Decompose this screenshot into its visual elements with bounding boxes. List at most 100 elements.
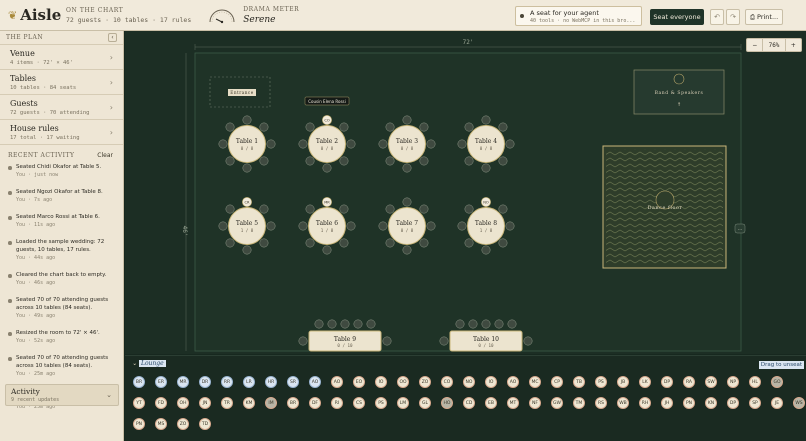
seat[interactable]	[507, 319, 517, 329]
guest-chip[interactable]: ZO	[419, 376, 431, 388]
guest-chip[interactable]: TD	[199, 418, 211, 430]
seat[interactable]	[298, 336, 308, 346]
seat[interactable]	[402, 245, 412, 255]
seat[interactable]	[457, 139, 467, 149]
guest-chip[interactable]: SW	[705, 376, 717, 388]
guest-chip[interactable]: JB	[617, 376, 629, 388]
guest-chip[interactable]: RS	[595, 397, 607, 409]
guest-chip[interactable]: DF	[309, 397, 321, 409]
agent-status-box[interactable]: A seat for your agent 40 tools · no WebM…	[515, 6, 642, 26]
guest-chip[interactable]: DR	[199, 376, 211, 388]
guest-chip[interactable]: IM	[265, 397, 277, 409]
guest-chip[interactable]: GW	[551, 397, 563, 409]
seat[interactable]	[327, 319, 337, 329]
guest-chip[interactable]: RH	[639, 397, 651, 409]
plan-section-tables[interactable]: Tables 10 tables · 84 seats ›	[0, 70, 123, 95]
seat[interactable]	[498, 204, 508, 214]
guest-chip[interactable]: OH	[177, 397, 189, 409]
seat[interactable]	[314, 319, 324, 329]
guest-chip[interactable]: SR	[287, 376, 299, 388]
seat[interactable]	[225, 238, 235, 248]
seat[interactable]	[346, 221, 356, 231]
seat[interactable]	[259, 204, 269, 214]
seat[interactable]	[305, 204, 315, 214]
seat[interactable]	[305, 238, 315, 248]
lounge-header[interactable]: ⌄ Lounge	[132, 360, 166, 367]
guest-chip[interactable]: TM	[573, 397, 585, 409]
floor-plan[interactable]: 72' 46' Entrance Band & Speakers ↑ Dance…	[125, 31, 806, 354]
guest-chip[interactable]: WS	[793, 397, 805, 409]
seat[interactable]	[464, 238, 474, 248]
seat[interactable]	[298, 139, 308, 149]
seat[interactable]	[218, 139, 228, 149]
guest-chip[interactable]: ER	[155, 376, 167, 388]
seat[interactable]	[385, 122, 395, 132]
seat[interactable]	[439, 336, 449, 346]
seat[interactable]	[426, 139, 436, 149]
table-6[interactable]: Table 61 / 8 MR	[298, 197, 356, 255]
guest-chip[interactable]: JN	[199, 397, 211, 409]
seat[interactable]	[242, 245, 252, 255]
guest-chip[interactable]: AO	[309, 376, 321, 388]
seat[interactable]	[464, 122, 474, 132]
seat[interactable]	[464, 204, 474, 214]
seat[interactable]	[481, 163, 491, 173]
seat[interactable]	[322, 245, 332, 255]
seat[interactable]	[266, 221, 276, 231]
guest-chip[interactable]: LM	[397, 397, 409, 409]
guest-chip[interactable]: PN	[683, 397, 695, 409]
activity-panel[interactable]: Activity 9 recent updates ⌄	[5, 384, 119, 406]
seat[interactable]	[259, 122, 269, 132]
guest-chip[interactable]: PS	[595, 376, 607, 388]
seat[interactable]	[378, 221, 388, 231]
guest-chip[interactable]: SP	[749, 397, 761, 409]
seat[interactable]	[385, 238, 395, 248]
seat[interactable]	[225, 156, 235, 166]
plan-section-guests[interactable]: Guests 72 guests · 70 attending ›	[0, 95, 123, 120]
seat[interactable]	[494, 319, 504, 329]
seat[interactable]	[259, 238, 269, 248]
guest-chip[interactable]: DP	[661, 376, 673, 388]
guest-chip[interactable]: HO	[441, 397, 453, 409]
guest-chip[interactable]: MT	[507, 397, 519, 409]
seat[interactable]	[468, 319, 478, 329]
seat[interactable]	[505, 139, 515, 149]
guest-chip[interactable]: KN	[705, 397, 717, 409]
zoom-in-button[interactable]: +	[786, 39, 801, 51]
guest-chip[interactable]: MC	[529, 376, 541, 388]
guest-chip[interactable]: MS	[155, 418, 167, 430]
seat[interactable]	[455, 319, 465, 329]
seat[interactable]	[305, 156, 315, 166]
table-5[interactable]: Table 51 / 8 CR	[218, 197, 276, 255]
seat[interactable]	[505, 221, 515, 231]
guest-chip[interactable]: RI	[331, 397, 343, 409]
guest-chip[interactable]: HR	[265, 376, 277, 388]
guest-chip[interactable]: NP	[727, 376, 739, 388]
collapse-sidebar-button[interactable]: ‹	[108, 33, 117, 42]
guest-chip[interactable]: YT	[133, 397, 145, 409]
guest-chip[interactable]: CD	[463, 397, 475, 409]
seat[interactable]	[523, 336, 533, 346]
seat[interactable]	[340, 319, 350, 329]
guest-chip[interactable]: BR	[133, 376, 145, 388]
table-8[interactable]: Table 81 / 8 NO	[457, 197, 515, 255]
plan-section-venue[interactable]: Venue 4 items · 72' × 46' ›	[0, 45, 123, 70]
seat[interactable]	[225, 204, 235, 214]
guest-chip[interactable]: GL	[419, 397, 431, 409]
guest-chip[interactable]: ZO	[177, 418, 189, 430]
seat[interactable]	[402, 163, 412, 173]
lounge-tray[interactable]: ⌄ Lounge Drag to unseat BR ER MR DR RR LR HR SR…	[125, 355, 806, 441]
seat[interactable]	[481, 115, 491, 125]
guest-chip[interactable]: DP	[727, 397, 739, 409]
seat[interactable]	[366, 319, 376, 329]
seat[interactable]	[339, 238, 349, 248]
guest-chip[interactable]: NO	[463, 376, 475, 388]
seat[interactable]	[464, 156, 474, 166]
guest-chip[interactable]: NF	[529, 397, 541, 409]
seat[interactable]	[385, 156, 395, 166]
seat[interactable]	[298, 221, 308, 231]
guest-chip[interactable]: TR	[221, 397, 233, 409]
seat[interactable]	[225, 122, 235, 132]
seat[interactable]	[457, 221, 467, 231]
table-3[interactable]: Table 30 / 8	[378, 115, 436, 173]
